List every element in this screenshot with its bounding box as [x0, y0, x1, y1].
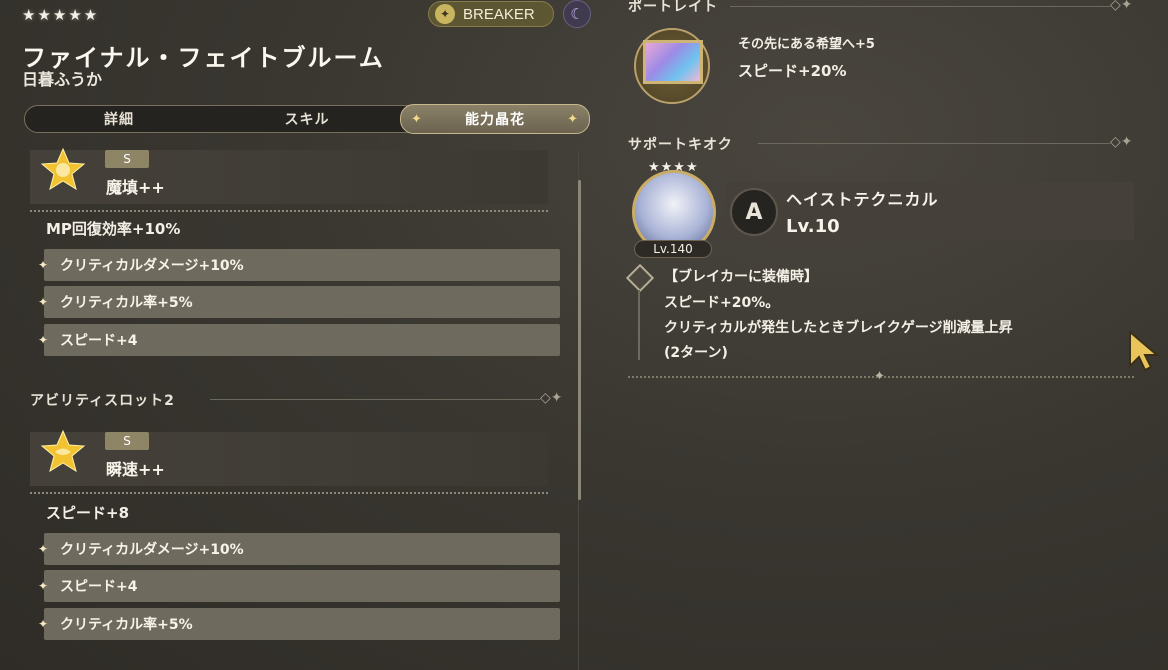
memory-level: Lv.140: [634, 240, 712, 258]
breaker-icon: ✦: [435, 4, 455, 24]
section-title: ポートレイト: [628, 0, 718, 15]
scrollbar-thumb[interactable]: [578, 180, 581, 500]
diamond-ornament-icon: ◇✦: [1110, 134, 1133, 150]
skill-desc-line: スピード+20%。: [664, 295, 780, 311]
tab-bar: 詳細 スキル ✦ 能力晶花 ✦: [24, 104, 590, 134]
portrait-image: [643, 40, 703, 84]
crescent-moon-icon: ☾: [563, 0, 591, 28]
main-stat: MP回復効率+10%: [46, 220, 181, 238]
description-line: [638, 290, 640, 360]
diamond-ornament-icon: ◇✦: [540, 390, 563, 406]
sub-stat-row: スピード+4: [44, 570, 560, 602]
sub-stat-text: クリティカルダメージ+10%: [60, 542, 244, 558]
sub-stat-text: スピード+4: [60, 579, 138, 595]
ability-star-icon: [40, 429, 86, 473]
rarity-stars: ★★★★★: [22, 6, 100, 24]
grade-badge: S: [105, 150, 149, 168]
tab-ability-crystal[interactable]: ✦ 能力晶花 ✦: [400, 104, 590, 134]
main-stat: スピード+8: [46, 504, 130, 522]
sub-stat-row: クリティカル率+5%: [44, 608, 560, 640]
sparkle-icon: ✦: [38, 295, 49, 309]
sub-stat-row: スピード+4: [44, 324, 560, 356]
tab-label: 能力晶花: [465, 112, 525, 128]
tab-label: スキル: [284, 112, 330, 128]
sparkle-icon: ✦: [38, 258, 49, 272]
sub-stat-row: クリティカル率+5%: [44, 286, 560, 318]
sub-stat-text: スピード+4: [60, 333, 138, 349]
portrait-title: その先にある希望へ+5: [738, 37, 875, 52]
sub-stat-text: クリティカルダメージ+10%: [60, 258, 244, 274]
character-name: 日暮ふうか: [22, 70, 103, 89]
sparkle-icon: ✦: [567, 111, 579, 127]
skill-desc-line: クリティカルが発生したときブレイクゲージ削減量上昇: [664, 320, 1013, 336]
skill-level: Lv.10: [786, 216, 840, 237]
tab-details[interactable]: 詳細: [25, 106, 213, 132]
sparkle-icon: ✦: [38, 333, 49, 347]
portrait-stat: スピード+20%: [738, 62, 847, 80]
sub-stat-row: クリティカルダメージ+10%: [44, 533, 560, 565]
tab-label: 詳細: [104, 112, 134, 128]
sub-stat-row: クリティカルダメージ+10%: [44, 249, 560, 281]
role-label: BREAKER: [463, 5, 535, 23]
sparkle-icon: ✦: [38, 617, 49, 631]
role-badge: ✦ BREAKER: [428, 1, 554, 27]
skill-name: ヘイストテクニカル: [786, 190, 939, 209]
grade-badge: S: [105, 432, 149, 450]
divider: [758, 143, 1110, 144]
sparkle-icon: ✦: [411, 111, 423, 127]
sparkle-icon: ✦: [38, 542, 49, 556]
section-title: アビリティスロット2: [30, 393, 175, 409]
diamond-bullet-icon: [625, 263, 655, 293]
ability-name: 瞬速++: [106, 460, 165, 479]
diamond-ornament-icon: ◇✦: [1110, 0, 1133, 13]
sub-stat-text: クリティカル率+5%: [60, 295, 193, 311]
skill-desc-line: (2ターン): [664, 345, 728, 361]
section-title: サポートキオク: [628, 137, 733, 153]
sparkle-icon: ✦: [38, 579, 49, 593]
skill-condition: 【ブレイカーに装備時】: [664, 269, 818, 285]
ability-name: 魔填++: [106, 178, 165, 197]
tab-skills[interactable]: スキル: [213, 106, 401, 132]
mouse-cursor-icon: [1129, 330, 1160, 372]
ability-star-icon: [40, 147, 86, 191]
sub-stat-text: クリティカル率+5%: [60, 617, 193, 633]
divider: [730, 6, 1110, 7]
sparkle-icon: ✦: [874, 369, 885, 384]
divider: [210, 399, 540, 400]
skill-emblem-icon: A: [730, 188, 778, 236]
